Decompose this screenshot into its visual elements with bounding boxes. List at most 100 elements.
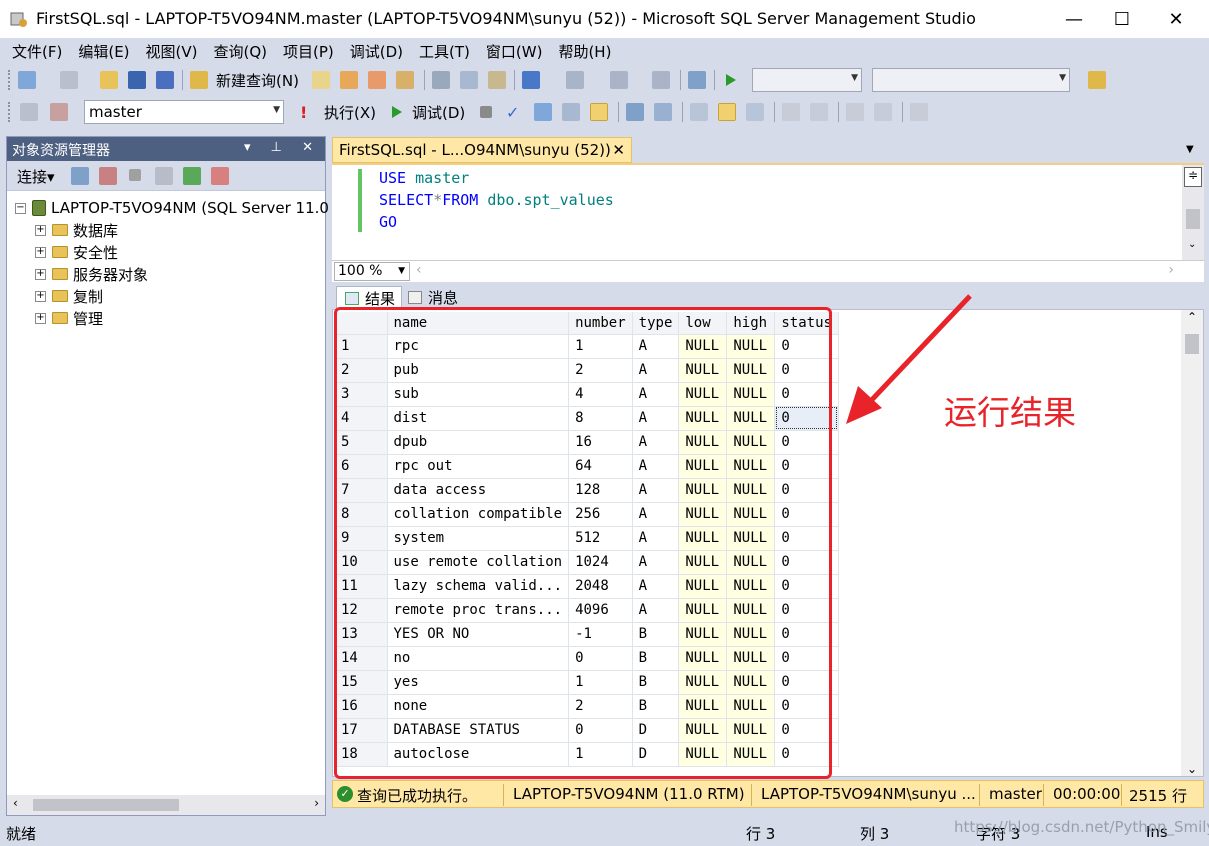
menu-help[interactable]: 帮助(H) [550, 41, 619, 62]
table-cell[interactable]: rpc [387, 334, 570, 359]
row-number-cell[interactable]: 16 [335, 694, 388, 719]
collapse-icon[interactable]: − [15, 202, 26, 214]
tab-list-dropdown-icon[interactable]: ▼ [1186, 144, 1194, 155]
client-stats-icon[interactable] [654, 103, 672, 121]
table-cell[interactable]: 0 [774, 550, 839, 575]
zoom-select[interactable]: 100 % ▼ [334, 262, 410, 281]
table-cell[interactable]: 0 [774, 406, 839, 431]
table-cell[interactable]: 0 [774, 382, 839, 407]
table-cell[interactable]: NULL [678, 646, 728, 671]
row-number-cell[interactable]: 1 [335, 334, 388, 359]
db-engine-query-icon[interactable] [312, 71, 330, 89]
table-cell[interactable]: dpub [387, 430, 570, 455]
table-cell[interactable]: 0 [774, 646, 839, 671]
table-cell[interactable]: data access [387, 478, 570, 503]
scroll-thumb[interactable] [33, 799, 179, 811]
connect-icon[interactable] [20, 103, 38, 121]
table-cell[interactable]: NULL [678, 670, 728, 695]
table-cell[interactable]: rpc out [387, 454, 570, 479]
row-number-cell[interactable]: 6 [335, 454, 388, 479]
table-cell[interactable]: NULL [678, 334, 728, 359]
table-cell[interactable]: pub [387, 358, 570, 383]
column-header[interactable]: status [774, 312, 839, 335]
table-cell[interactable]: 128 [568, 478, 633, 503]
table-cell[interactable]: NULL [726, 718, 776, 743]
table-cell[interactable]: D [632, 718, 680, 743]
tree-node-replication[interactable]: + 复制 [35, 285, 103, 307]
table-cell[interactable]: NULL [678, 718, 728, 743]
menu-tools[interactable]: 工具(T) [411, 41, 478, 62]
debug-icon[interactable] [390, 103, 404, 121]
scroll-right-icon[interactable]: › [1168, 262, 1174, 278]
table-cell[interactable]: 1 [568, 334, 633, 359]
table-cell[interactable]: 0 [774, 502, 839, 527]
debug-button[interactable]: 调试(D) [412, 102, 465, 123]
navigate-back-icon[interactable] [610, 71, 628, 89]
filter-icon[interactable] [155, 167, 173, 185]
stop-icon[interactable] [129, 169, 141, 181]
table-cell[interactable]: 0 [568, 646, 633, 671]
row-number-cell[interactable]: 12 [335, 598, 388, 623]
table-row[interactable]: 15 yes 1 B NULL NULL 0 [335, 670, 839, 695]
row-number-cell[interactable]: 13 [335, 622, 388, 647]
navigate-forward-icon[interactable] [652, 71, 670, 89]
expand-icon[interactable]: + [35, 312, 46, 324]
row-number-cell[interactable]: 4 [335, 406, 388, 431]
table-cell[interactable]: collation compatible [387, 502, 570, 527]
row-number-header[interactable] [335, 312, 388, 335]
tab-messages[interactable]: 消息 [400, 286, 464, 309]
row-number-cell[interactable]: 9 [335, 526, 388, 551]
minimize-button[interactable]: — [1050, 0, 1098, 38]
row-number-cell[interactable]: 3 [335, 382, 388, 407]
table-cell[interactable]: A [632, 478, 680, 503]
table-cell[interactable]: 16 [568, 430, 633, 455]
properties-icon[interactable] [1088, 71, 1106, 89]
maximize-button[interactable]: ☐ [1098, 0, 1146, 38]
horizontal-scrollbar[interactable]: ‹ › [7, 795, 325, 815]
query-designer-icon[interactable] [562, 103, 580, 121]
execute-icon[interactable]: ! [300, 103, 312, 122]
table-cell[interactable]: 512 [568, 526, 633, 551]
table-cell[interactable]: NULL [678, 358, 728, 383]
table-cell[interactable]: sub [387, 382, 570, 407]
table-cell[interactable]: A [632, 382, 680, 407]
mdx-query-icon[interactable] [340, 71, 358, 89]
table-cell[interactable]: NULL [726, 670, 776, 695]
open-file-icon[interactable] [100, 71, 118, 89]
table-cell[interactable]: 0 [774, 670, 839, 695]
row-number-cell[interactable]: 15 [335, 670, 388, 695]
table-cell[interactable]: NULL [678, 526, 728, 551]
close-button[interactable]: ✕ [1152, 0, 1200, 38]
table-row[interactable]: 2 pub 2 A NULL NULL 0 [335, 358, 839, 383]
table-row[interactable]: 11 lazy schema valid... 2048 A NULL NULL 0 [335, 574, 839, 599]
scroll-down-icon[interactable]: ⌄ [1187, 762, 1197, 776]
uncomment-icon[interactable] [810, 103, 828, 121]
table-cell[interactable]: dist [387, 406, 570, 431]
table-cell[interactable]: 0 [568, 718, 633, 743]
results-to-file-icon[interactable] [746, 103, 764, 121]
table-cell[interactable]: NULL [678, 742, 728, 767]
menu-debug[interactable]: 调试(D) [342, 41, 411, 62]
table-row[interactable]: 7 data access 128 A NULL NULL 0 [335, 478, 839, 503]
connect-server-icon[interactable] [71, 167, 89, 185]
change-connection-icon[interactable] [50, 103, 68, 121]
tree-server-node[interactable]: − LAPTOP-T5VO94NM (SQL Server 11.0 [15, 197, 329, 219]
table-row[interactable]: 12 remote proc trans... 4096 A NULL NULL 0 [335, 598, 839, 623]
results-to-grid-active-icon[interactable] [718, 103, 736, 121]
table-cell[interactable]: NULL [726, 622, 776, 647]
table-cell[interactable]: NULL [726, 550, 776, 575]
tab-results[interactable]: 结果 [336, 286, 403, 309]
tree-node-security[interactable]: + 安全性 [35, 241, 118, 263]
table-cell[interactable]: 0 [774, 334, 839, 359]
table-cell[interactable]: 4096 [568, 598, 633, 623]
execute-button[interactable]: 执行(X) [324, 102, 376, 123]
tree-node-databases[interactable]: + 数据库 [35, 219, 118, 241]
sql-editor[interactable]: USE master SELECT*FROM dbo.spt_values GO… [332, 163, 1204, 260]
expand-icon[interactable]: + [35, 268, 46, 280]
table-cell[interactable]: NULL [726, 406, 776, 431]
row-number-cell[interactable]: 10 [335, 550, 388, 575]
table-cell[interactable]: NULL [726, 382, 776, 407]
activity-monitor-icon[interactable] [688, 71, 706, 89]
table-cell[interactable]: 0 [774, 454, 839, 479]
table-cell[interactable]: use remote collation [387, 550, 570, 575]
